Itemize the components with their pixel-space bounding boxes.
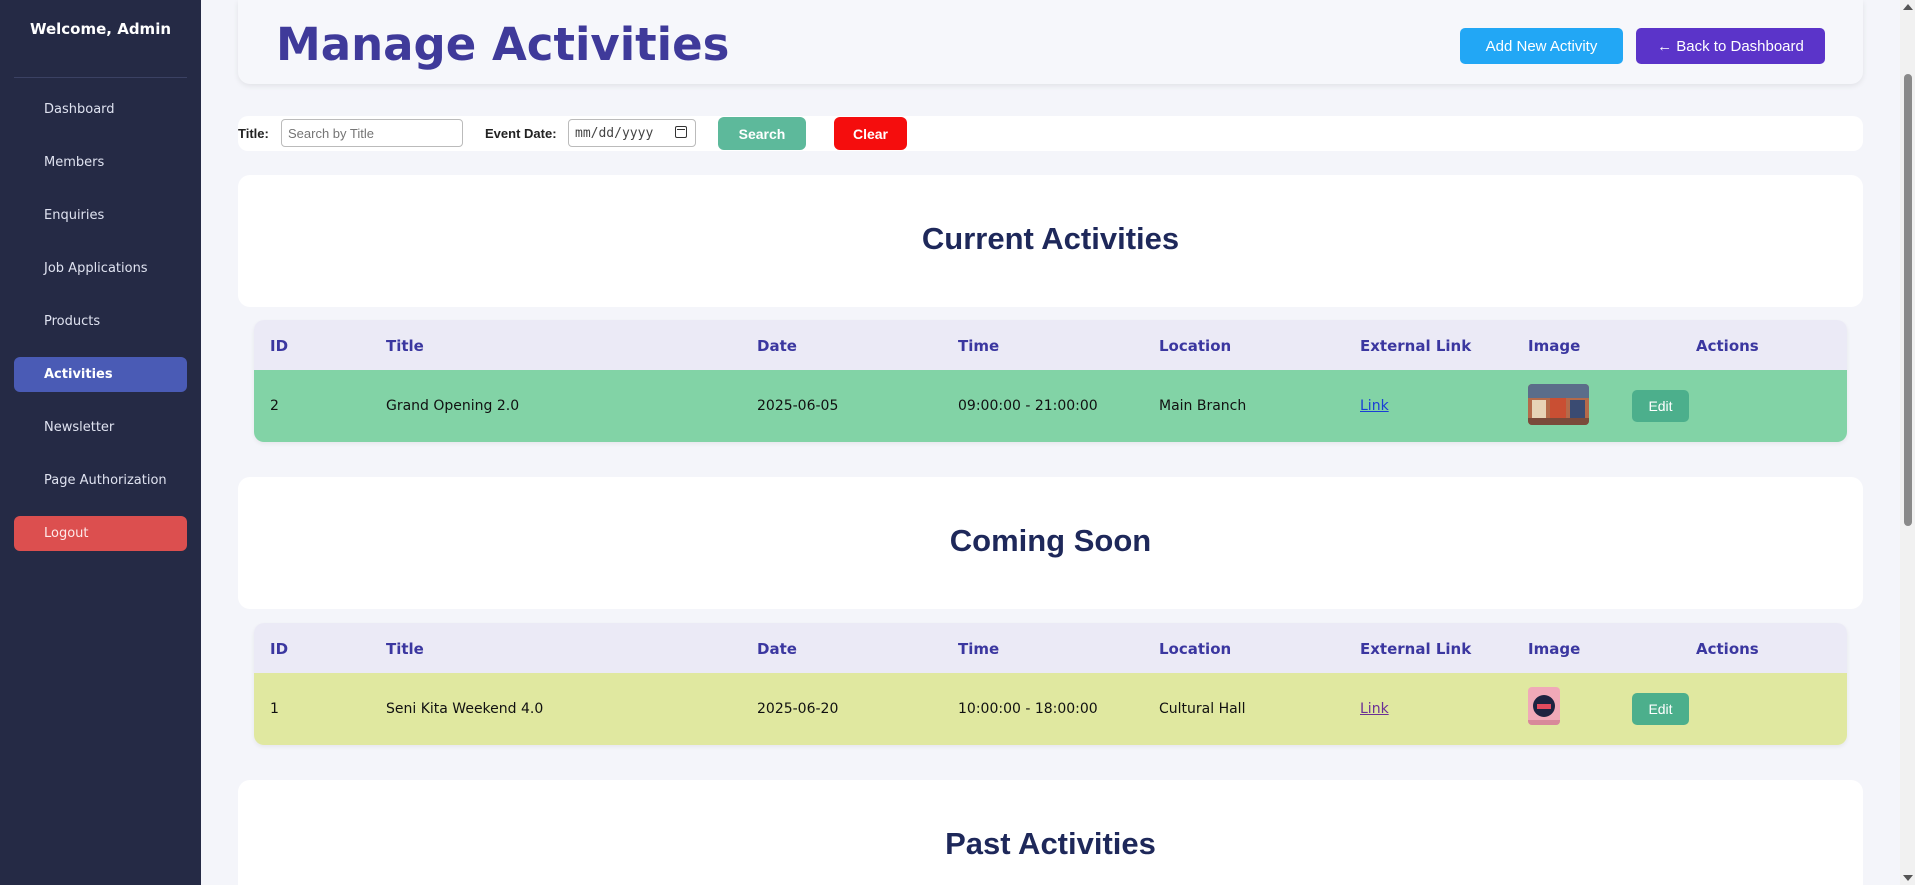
- title-filter-label: Title:: [238, 126, 269, 141]
- scroll-down-icon[interactable]: [1903, 875, 1913, 881]
- table-row: 2 Grand Opening 2.0 2025-06-05 09:00:00 …: [254, 370, 1847, 442]
- activity-image: [1528, 384, 1589, 425]
- sidebar-item-newsletter[interactable]: Newsletter: [14, 410, 187, 445]
- col-location: Location: [1159, 337, 1232, 355]
- col-external-link: External Link: [1360, 337, 1472, 355]
- cell-date: 2025-06-20: [757, 701, 839, 717]
- coming-soon-table: ID Title Date Time Location External Lin…: [254, 623, 1847, 745]
- page-header: Manage Activities Add New Activity ← Bac…: [238, 0, 1863, 84]
- page-title: Manage Activities: [276, 18, 730, 71]
- col-id: ID: [270, 640, 289, 658]
- col-actions: Actions: [1696, 337, 1759, 355]
- sidebar-nav: Dashboard Members Enquiries Job Applicat…: [0, 92, 201, 551]
- table-header: ID Title Date Time Location External Lin…: [254, 623, 1847, 673]
- cell-date: 2025-06-05: [757, 398, 839, 414]
- activity-thumbnail[interactable]: [1528, 384, 1589, 425]
- col-date: Date: [757, 640, 797, 658]
- table-row: 1 Seni Kita Weekend 4.0 2025-06-20 10:00…: [254, 673, 1847, 745]
- col-date: Date: [757, 337, 797, 355]
- edit-button[interactable]: Edit: [1632, 390, 1689, 422]
- col-id: ID: [270, 337, 289, 355]
- logout-button[interactable]: Logout: [14, 516, 187, 551]
- search-button[interactable]: Search: [718, 117, 806, 150]
- sidebar-item-activities[interactable]: Activities: [14, 357, 187, 392]
- page-scrollbar[interactable]: [1900, 0, 1915, 885]
- edit-button[interactable]: Edit: [1632, 693, 1689, 725]
- section-title-past: Past Activities: [945, 826, 1156, 861]
- col-time: Time: [958, 337, 1000, 355]
- section-title-current: Current Activities: [921, 221, 1180, 256]
- table-header: ID Title Date Time Location External Lin…: [254, 320, 1847, 370]
- sidebar-item-products[interactable]: Products: [14, 304, 187, 339]
- scroll-thumb[interactable]: [1904, 74, 1912, 526]
- past-activities-card: Past Activities: [238, 780, 1863, 885]
- section-title-coming: Coming Soon: [949, 523, 1152, 558]
- col-image: Image: [1528, 337, 1581, 355]
- sidebar-item-enquiries[interactable]: Enquiries: [14, 198, 187, 233]
- welcome-text: Welcome, Admin: [14, 0, 187, 78]
- cell-id: 2: [270, 398, 279, 414]
- col-location: Location: [1159, 640, 1232, 658]
- col-title: Title: [386, 337, 424, 355]
- filter-bar: Title: Event Date: Search Clear: [238, 116, 1863, 151]
- col-image: Image: [1528, 640, 1581, 658]
- external-link[interactable]: Link: [1360, 701, 1389, 717]
- scroll-up-icon[interactable]: [1903, 4, 1913, 10]
- col-title: Title: [386, 640, 424, 658]
- cell-time: 09:00:00 - 21:00:00: [958, 398, 1098, 414]
- calendar-icon[interactable]: [675, 126, 687, 138]
- current-activities-card: Current Activities: [238, 175, 1863, 307]
- event-date-label: Event Date:: [485, 126, 557, 141]
- sidebar: Welcome, Admin Dashboard Members Enquiri…: [0, 0, 201, 885]
- title-search-input[interactable]: [281, 119, 463, 147]
- activity-image: [1528, 687, 1560, 725]
- current-activities-table: ID Title Date Time Location External Lin…: [254, 320, 1847, 442]
- sidebar-item-page-authorization[interactable]: Page Authorization: [14, 463, 187, 498]
- cell-title: Grand Opening 2.0: [386, 398, 520, 414]
- sidebar-item-job-applications[interactable]: Job Applications: [14, 251, 187, 286]
- cell-id: 1: [270, 701, 279, 717]
- col-time: Time: [958, 640, 1000, 658]
- activity-thumbnail[interactable]: [1528, 687, 1560, 725]
- col-actions: Actions: [1696, 640, 1759, 658]
- cell-time: 10:00:00 - 18:00:00: [958, 701, 1098, 717]
- cell-location: Main Branch: [1159, 398, 1247, 414]
- external-link[interactable]: Link: [1360, 398, 1389, 414]
- cell-location: Cultural Hall: [1159, 701, 1246, 717]
- col-external-link: External Link: [1360, 640, 1472, 658]
- coming-soon-card: Coming Soon: [238, 477, 1863, 609]
- add-activity-button[interactable]: Add New Activity: [1460, 28, 1623, 64]
- clear-button[interactable]: Clear: [834, 117, 907, 150]
- cell-title: Seni Kita Weekend 4.0: [386, 701, 544, 717]
- back-to-dashboard-button[interactable]: ← Back to Dashboard: [1636, 28, 1825, 64]
- sidebar-item-members[interactable]: Members: [14, 145, 187, 180]
- sidebar-item-dashboard[interactable]: Dashboard: [14, 92, 187, 127]
